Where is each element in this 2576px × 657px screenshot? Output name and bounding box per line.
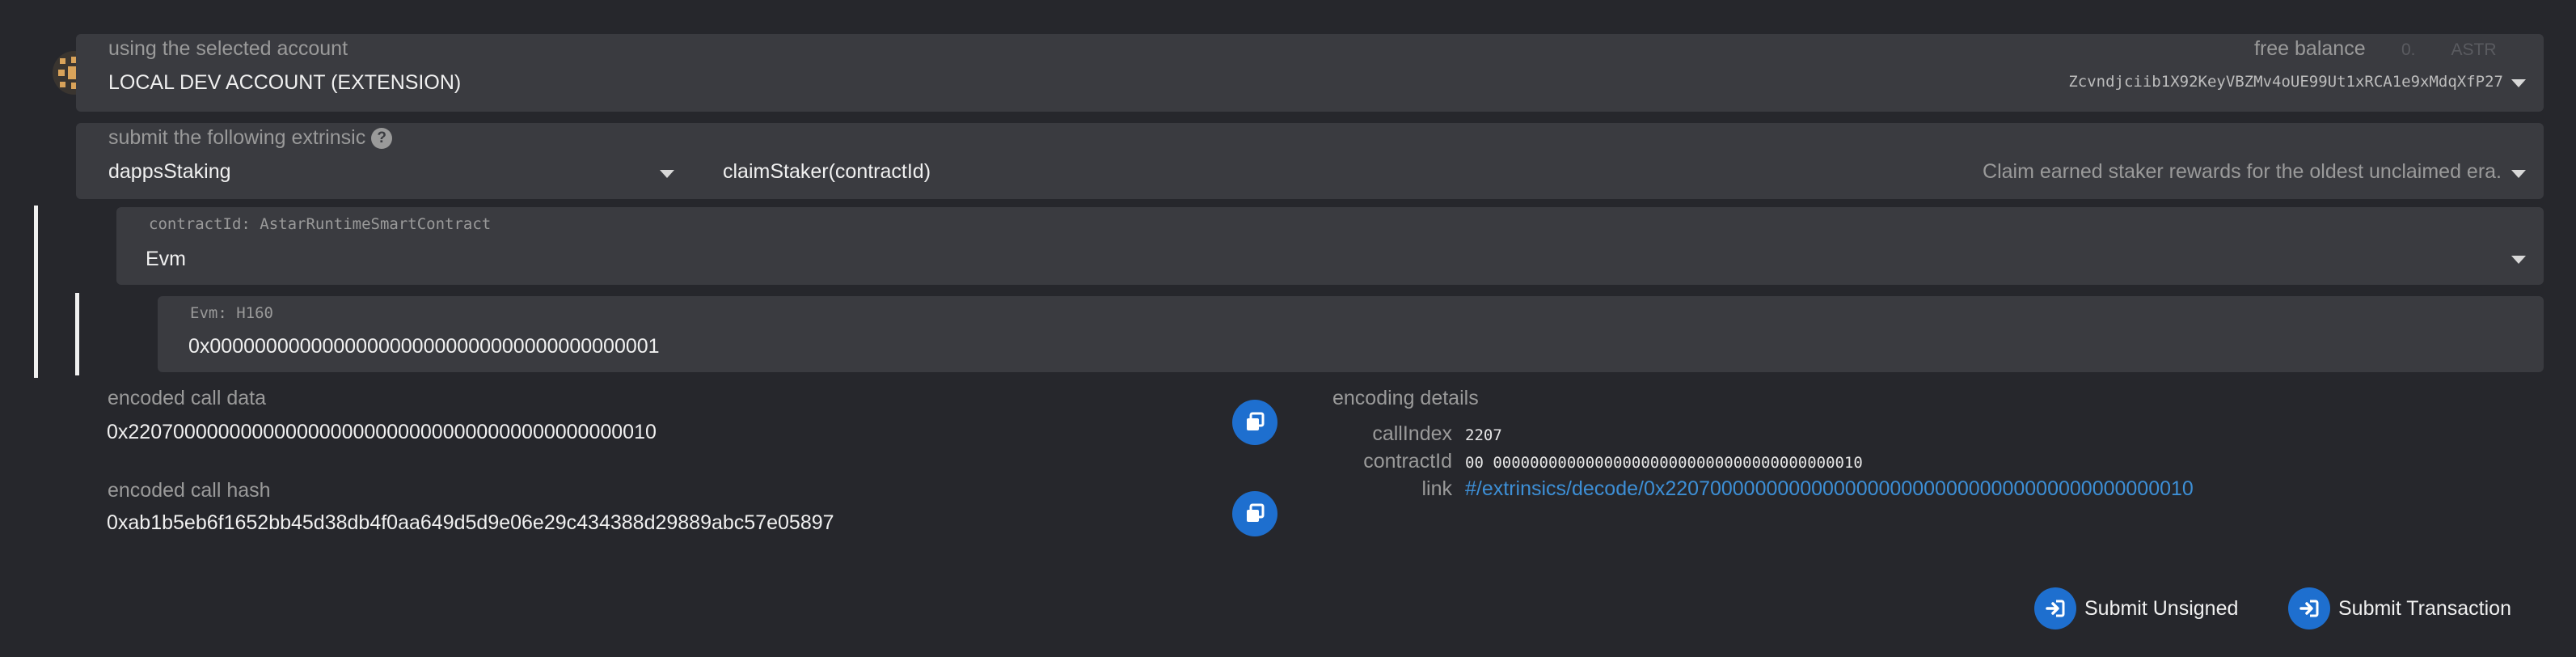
copy-icon [1247, 412, 1265, 430]
chevron-down-icon [660, 170, 674, 178]
balance-value: 0. ASTR [2401, 40, 2497, 60]
sign-in-icon [2034, 587, 2076, 629]
submit-transaction-label: Submit Transaction [2338, 596, 2511, 620]
method-value: claimStaker(contractId) [723, 160, 931, 183]
account-label: using the selected account [108, 37, 348, 60]
copy-call-hash-button[interactable] [1232, 491, 1277, 536]
balance-amount: 0. [2401, 40, 2416, 59]
contract-id-value: Evm [146, 248, 186, 270]
call-data-label: encoded call data [108, 387, 266, 409]
call-hash-label: encoded call hash [108, 479, 271, 502]
param-indent-bar [34, 206, 38, 378]
submit-unsigned-button[interactable]: Submit Unsigned [2034, 586, 2238, 631]
chevron-down-icon [2511, 256, 2526, 264]
detail-row: callIndex 2207 [1332, 421, 2464, 448]
call-hash-value: 0xab1b5eb6f1652bb45d38db4f0aa649d5d9e06e… [107, 511, 834, 534]
detail-key: callIndex [1372, 422, 1452, 445]
sign-in-icon [2288, 587, 2330, 629]
detail-value: 00 0000000000000000000000000000000000000… [1465, 454, 1863, 472]
evm-address-value: 0x00000000000000000000000000000000000000… [188, 335, 660, 358]
method-description: Claim earned staker rewards for the olde… [1983, 160, 2502, 183]
detail-row: contractId 00 00000000000000000000000000… [1332, 448, 2464, 476]
contract-id-dropdown[interactable]: contractId: AstarRuntimeSmartContract Ev… [116, 207, 2544, 285]
extrinsic-selector: submit the following extrinsic ? dappsSt… [76, 123, 2544, 199]
account-address: Zcvndjciib1X92KeyVBZMv4oUE99Ut1xRCA1e9xM… [2068, 73, 2503, 91]
chevron-down-icon [2511, 170, 2526, 178]
evm-address-label: Evm: H160 [190, 304, 273, 322]
evm-address-input[interactable]: Evm: H160 0x0000000000000000000000000000… [158, 296, 2544, 372]
extrinsic-label-text: submit the following extrinsic [108, 126, 366, 149]
subparam-indent-bar [75, 293, 79, 375]
detail-key: contractId [1363, 450, 1452, 473]
section-dropdown[interactable]: dappsStaking [76, 154, 674, 194]
detail-row: link #/extrinsics/decode/0x2207000000000… [1332, 476, 2464, 503]
call-data-value: 0x22070000000000000000000000000000000000… [107, 421, 657, 443]
account-selector[interactable]: using the selected account LOCAL DEV ACC… [76, 34, 2544, 112]
balance-label: free balance [2254, 37, 2366, 60]
encoding-details-title: encoding details [1332, 387, 1479, 409]
account-name: LOCAL DEV ACCOUNT (EXTENSION) [108, 71, 462, 94]
submit-unsigned-label: Submit Unsigned [2084, 596, 2239, 620]
copy-call-data-button[interactable] [1232, 400, 1277, 445]
balance-unit: ASTR [2451, 40, 2497, 59]
method-dropdown[interactable]: claimStaker(contractId) Claim earned sta… [723, 154, 2544, 194]
detail-key: link [1421, 477, 1452, 500]
help-icon[interactable]: ? [371, 128, 393, 150]
section-value: dappsStaking [108, 160, 231, 183]
submit-transaction-button[interactable]: Submit Transaction [2288, 586, 2511, 631]
extrinsic-label: submit the following extrinsic ? [108, 126, 393, 150]
chevron-down-icon [2511, 79, 2526, 87]
detail-value: 2207 [1465, 426, 1502, 444]
contract-id-label: contractId: AstarRuntimeSmartContract [149, 215, 492, 233]
copy-icon [1247, 503, 1265, 522]
decode-link[interactable]: #/extrinsics/decode/0x220700000000000000… [1465, 477, 2194, 501]
